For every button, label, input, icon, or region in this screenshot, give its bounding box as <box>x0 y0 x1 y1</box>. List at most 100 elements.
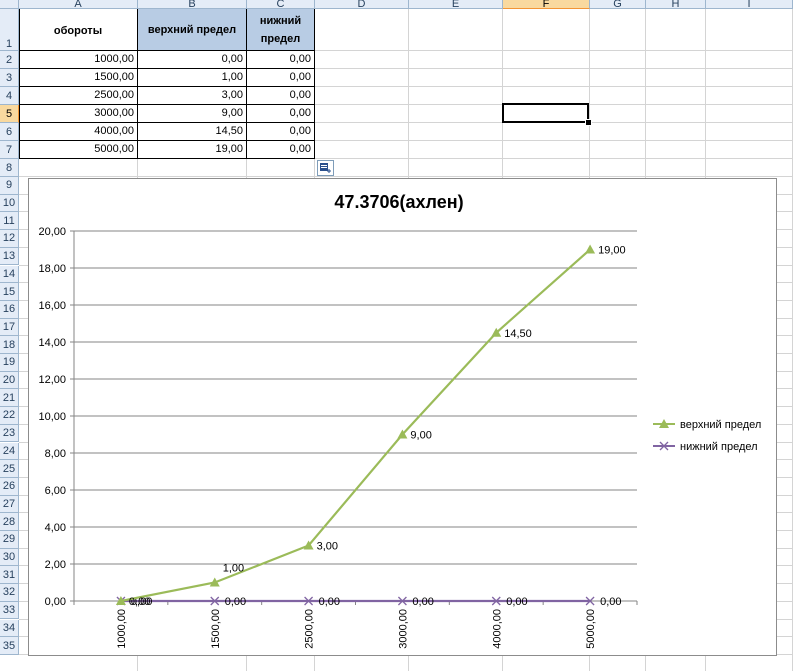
row-header-3[interactable]: 3 <box>0 69 19 87</box>
column-header-b[interactable]: B <box>138 0 247 10</box>
row-header-7[interactable]: 7 <box>0 141 19 159</box>
fill-handle[interactable] <box>585 119 592 126</box>
table-cell[interactable]: 1000,00 <box>19 51 138 69</box>
data-label: 0,00 <box>506 596 527 608</box>
row-header-21[interactable]: 21 <box>0 389 19 408</box>
row-header-27[interactable]: 27 <box>0 495 19 514</box>
data-label: 0,00 <box>412 596 433 608</box>
spreadsheet: ABCDEFGHI 1 2 3 4 5 6 7 8 9 10 11 12 13 14 15 16 17 18 19 2… <box>0 0 793 671</box>
row-header-33[interactable]: 33 <box>0 601 19 620</box>
row-header-4[interactable]: 4 <box>0 87 19 105</box>
row-header-8[interactable]: 8 <box>0 159 19 177</box>
y-tick-label: 2,00 <box>45 559 66 571</box>
column-header-g[interactable]: G <box>590 0 646 10</box>
column-header-f[interactable]: F <box>503 0 590 10</box>
column-header-a[interactable]: A <box>19 0 138 10</box>
row-header-30[interactable]: 30 <box>0 548 19 567</box>
row-header-28[interactable]: 28 <box>0 513 19 531</box>
row-header-22[interactable]: 22 <box>0 407 19 425</box>
table-cell[interactable]: 2500,00 <box>19 87 138 105</box>
row-header-31[interactable]: 31 <box>0 566 19 585</box>
column-header-c[interactable]: C <box>247 0 315 10</box>
row-header-14[interactable]: 14 <box>0 265 19 284</box>
table-cell[interactable]: 1,00 <box>138 69 247 87</box>
x-tick-label: 5000,00 <box>585 609 597 649</box>
data-label: 9,00 <box>410 430 431 442</box>
data-label: 0,00 <box>600 596 621 608</box>
row-header-35[interactable]: 35 <box>0 637 19 655</box>
row-header-12[interactable]: 12 <box>0 230 19 248</box>
data-label: 14,50 <box>504 328 532 340</box>
gridline-horizontal <box>19 176 793 177</box>
row-header-29[interactable]: 29 <box>0 531 19 549</box>
header-cell-1[interactable]: обороты <box>19 9 138 51</box>
y-tick-label: 10,00 <box>38 411 66 423</box>
table-cell[interactable]: 0,00 <box>247 141 315 159</box>
table-cell[interactable]: 0,00 <box>247 69 315 87</box>
paste-options-icon[interactable] <box>317 160 334 176</box>
header-cell-3[interactable]: нижний предел <box>247 9 315 51</box>
data-label: 0,00 <box>319 596 340 608</box>
y-tick-label: 16,00 <box>38 300 66 312</box>
row-header-5[interactable]: 5 <box>0 105 19 123</box>
table-cell[interactable]: 9,00 <box>138 105 247 123</box>
row-header-1[interactable]: 1 <box>0 9 19 51</box>
x-tick-label: 1500,00 <box>210 609 222 649</box>
header-cell-2[interactable]: верхний предел <box>138 9 247 51</box>
table-cell[interactable]: 0,00 <box>247 105 315 123</box>
legend-label: нижний предел <box>680 441 758 453</box>
row-header-20[interactable]: 20 <box>0 371 19 390</box>
y-tick-label: 14,00 <box>38 337 66 349</box>
row-header-24[interactable]: 24 <box>0 442 19 461</box>
x-tick-label: 1000,00 <box>116 609 128 649</box>
data-label: 0,00 <box>225 596 246 608</box>
table-cell[interactable]: 14,50 <box>138 123 247 141</box>
row-header-17[interactable]: 17 <box>0 318 19 337</box>
row-header-18[interactable]: 18 <box>0 336 19 354</box>
data-label: 1,00 <box>223 563 244 575</box>
x-tick-label: 2500,00 <box>304 609 316 649</box>
column-header-d[interactable]: D <box>315 0 409 10</box>
table-cell[interactable]: 0,00 <box>247 51 315 69</box>
y-tick-label: 18,00 <box>38 263 66 275</box>
row-header-25[interactable]: 25 <box>0 460 19 478</box>
series-lower-limit: 0,00 0,00 0,00 0,00 0,00 0,00 <box>116 596 622 608</box>
column-header-i[interactable]: I <box>706 0 793 10</box>
row-header-32[interactable]: 32 <box>0 584 19 602</box>
active-cell-f5[interactable] <box>502 103 589 123</box>
table-cell[interactable]: 0,00 <box>138 51 247 69</box>
table-cell[interactable]: 3,00 <box>138 87 247 105</box>
y-tick-label: 20,00 <box>38 226 66 238</box>
y-tick-label: 12,00 <box>38 374 66 386</box>
row-header-26[interactable]: 26 <box>0 477 19 496</box>
row-header-13[interactable]: 13 <box>0 247 19 266</box>
y-tick-label: 6,00 <box>45 485 66 497</box>
row-header-23[interactable]: 23 <box>0 424 19 443</box>
row-header-19[interactable]: 19 <box>0 354 19 372</box>
table-cell[interactable]: 19,00 <box>138 141 247 159</box>
row-header-9[interactable]: 9 <box>0 177 19 195</box>
line-chart[interactable]: 47.3706(ахлен) 0,00 2,00 4,00 6,00 8,00 10,00… <box>28 178 777 656</box>
row-header-11[interactable]: 11 <box>0 212 19 231</box>
select-all-corner[interactable] <box>0 0 19 9</box>
row-header-16[interactable]: 16 <box>0 300 19 319</box>
column-header-h[interactable]: H <box>646 0 706 10</box>
row-header-10[interactable]: 10 <box>0 194 19 213</box>
row-header-6[interactable]: 6 <box>0 123 19 141</box>
triangle-marker <box>585 244 596 254</box>
table-cell[interactable]: 4000,00 <box>19 123 138 141</box>
row-header-2[interactable]: 2 <box>0 51 19 69</box>
column-header-e[interactable]: E <box>409 0 503 10</box>
x-tick-label: 4000,00 <box>491 609 503 649</box>
table-cell[interactable]: 0,00 <box>247 123 315 141</box>
row-header-34[interactable]: 34 <box>0 619 19 638</box>
table-cell[interactable]: 5000,00 <box>19 141 138 159</box>
table-cell[interactable]: 0,00 <box>247 87 315 105</box>
data-label: 19,00 <box>598 245 626 257</box>
legend-label: верхний предел <box>680 419 761 431</box>
y-tick-label: 4,00 <box>45 522 66 534</box>
table-cell[interactable]: 3000,00 <box>19 105 138 123</box>
series-upper-limit: 0,00 1,00 3,00 9,00 14,50 19,00 <box>115 244 626 608</box>
row-header-15[interactable]: 15 <box>0 283 19 301</box>
table-cell[interactable]: 1500,00 <box>19 69 138 87</box>
